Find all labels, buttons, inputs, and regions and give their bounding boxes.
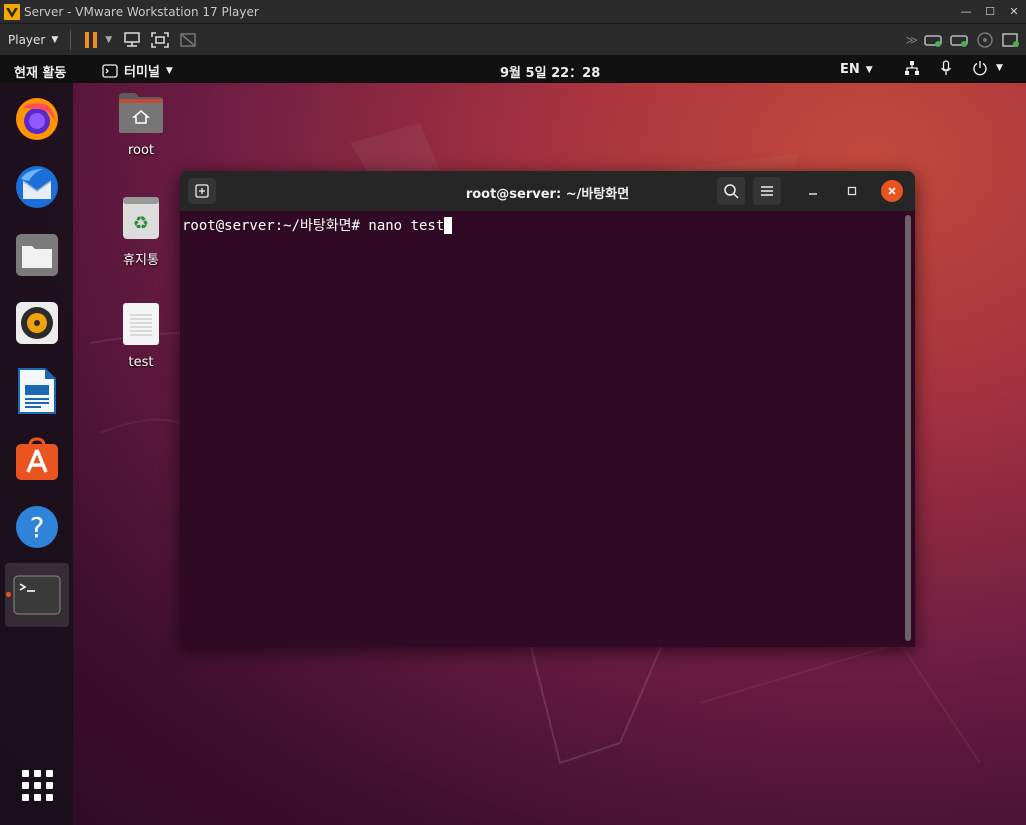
microphone-icon	[940, 60, 952, 75]
language-label: EN	[840, 62, 860, 77]
terminal-icon	[13, 575, 61, 615]
terminal-window[interactable]: root@server: ~/바탕화면 root@server:~/바탕화면# …	[180, 171, 915, 647]
player-menu-button[interactable]: Player ▼	[0, 33, 64, 47]
hard-disk-icon[interactable]	[922, 31, 944, 49]
close-window-button[interactable]: ✕	[1002, 5, 1026, 18]
typed-command: nano test	[368, 218, 445, 234]
fullscreen-icon	[151, 31, 169, 48]
desktop-icon-label: root	[127, 143, 155, 158]
network-icon	[905, 61, 919, 75]
shell-prompt: root@server:~/바탕화면#	[182, 218, 369, 234]
fullscreen-button[interactable]	[146, 26, 174, 54]
terminal-maximize-button[interactable]	[841, 180, 863, 202]
chevron-down-icon: ▼	[51, 34, 59, 45]
chevron-down-icon: ▼	[165, 65, 173, 76]
separator	[70, 29, 72, 50]
desktop-icon-label: test	[128, 355, 154, 370]
player-label: Player	[8, 32, 46, 47]
app-menu-button[interactable]: 터미널 ▼	[102, 61, 173, 80]
device-icons: ≫	[905, 31, 1022, 49]
clock[interactable]: 9월 5일 22：28	[500, 62, 600, 81]
dock-item-writer[interactable]	[5, 359, 69, 423]
search-icon	[724, 184, 739, 199]
files-icon	[16, 234, 58, 276]
power-icon	[973, 61, 987, 76]
text-cursor	[444, 217, 453, 234]
terminal-minimize-button[interactable]	[802, 180, 824, 202]
terminal-header-bar[interactable]: root@server: ~/바탕화면	[180, 171, 915, 211]
text-file-icon	[123, 303, 159, 345]
terminal-small-icon	[102, 63, 118, 78]
terminal-content[interactable]: root@server:~/바탕화면# nano test	[180, 211, 915, 647]
dock-item-firefox[interactable]	[5, 87, 69, 151]
trash-icon: ♻	[123, 197, 159, 239]
dock-item-help[interactable]: ?	[5, 495, 69, 559]
desktop-icon-trash[interactable]: ♻ 휴지통	[106, 195, 176, 268]
pause-button[interactable]	[77, 26, 105, 54]
vmware-toolbar: Player ▼ ▼ ≫	[0, 24, 1026, 56]
home-folder-icon	[119, 93, 163, 133]
svg-text:♻: ♻	[133, 213, 149, 234]
search-button[interactable]	[717, 177, 745, 205]
minimize-button[interactable]: —	[954, 5, 978, 18]
minimize-icon	[809, 193, 817, 195]
unity-button[interactable]	[174, 26, 202, 54]
maximize-button[interactable]: ☐	[978, 5, 1002, 18]
desktop-icon-root[interactable]: root	[106, 91, 176, 158]
firefox-icon	[16, 98, 58, 140]
send-ctrl-alt-del-button[interactable]	[118, 26, 146, 54]
desktop-icon-label: 휴지통	[123, 253, 159, 268]
hard-disk-icon[interactable]	[948, 31, 970, 49]
hamburger-menu-icon	[761, 186, 773, 196]
help-icon: ?	[16, 506, 58, 548]
dock-item-software[interactable]	[5, 427, 69, 491]
show-applications-button[interactable]	[5, 753, 69, 817]
pause-icon	[85, 31, 98, 48]
svg-text:?: ?	[30, 511, 45, 544]
chevron-down-icon: ▼	[996, 63, 1003, 73]
dock-item-rhythmbox[interactable]	[5, 291, 69, 355]
vmware-titlebar: Server - VMware Workstation 17 Player — …	[0, 0, 1026, 24]
usb-device-icon[interactable]	[1000, 31, 1022, 49]
forward-icon[interactable]: ≫	[905, 33, 918, 47]
window-title: Server - VMware Workstation 17 Player	[24, 4, 259, 19]
unity-icon	[180, 32, 196, 47]
input-language-button[interactable]: EN ▼	[840, 62, 873, 77]
desktop-icon-test[interactable]: test	[106, 301, 176, 370]
system-menu[interactable]: ▼	[904, 60, 1003, 76]
network-computer-icon	[124, 31, 140, 47]
rhythmbox-icon	[16, 302, 58, 344]
chevron-down-icon[interactable]: ▼	[105, 35, 112, 45]
activities-button[interactable]: 현재 활동	[14, 62, 66, 81]
dock: ?	[0, 83, 73, 825]
vmware-logo-icon	[4, 3, 20, 20]
app-grid-icon	[21, 769, 53, 801]
cd-drive-icon[interactable]	[974, 31, 996, 49]
terminal-scrollbar[interactable]	[905, 215, 911, 641]
app-menu-label: 터미널	[124, 65, 160, 80]
terminal-close-button[interactable]	[881, 180, 903, 202]
dock-item-thunderbird[interactable]	[5, 155, 69, 219]
maximize-icon	[847, 186, 857, 196]
dock-item-terminal[interactable]	[5, 563, 69, 627]
running-indicator	[6, 592, 11, 597]
dock-item-files[interactable]	[5, 223, 69, 287]
chevron-down-icon: ▼	[865, 64, 873, 75]
thunderbird-icon	[16, 166, 58, 208]
writer-icon	[18, 368, 56, 414]
ubuntu-top-bar: 현재 활동 터미널 ▼ 9월 5일 22：28 EN ▼ ▼	[0, 56, 1026, 83]
close-icon	[888, 187, 896, 195]
hamburger-menu-button[interactable]	[753, 177, 781, 205]
software-icon	[16, 437, 58, 480]
